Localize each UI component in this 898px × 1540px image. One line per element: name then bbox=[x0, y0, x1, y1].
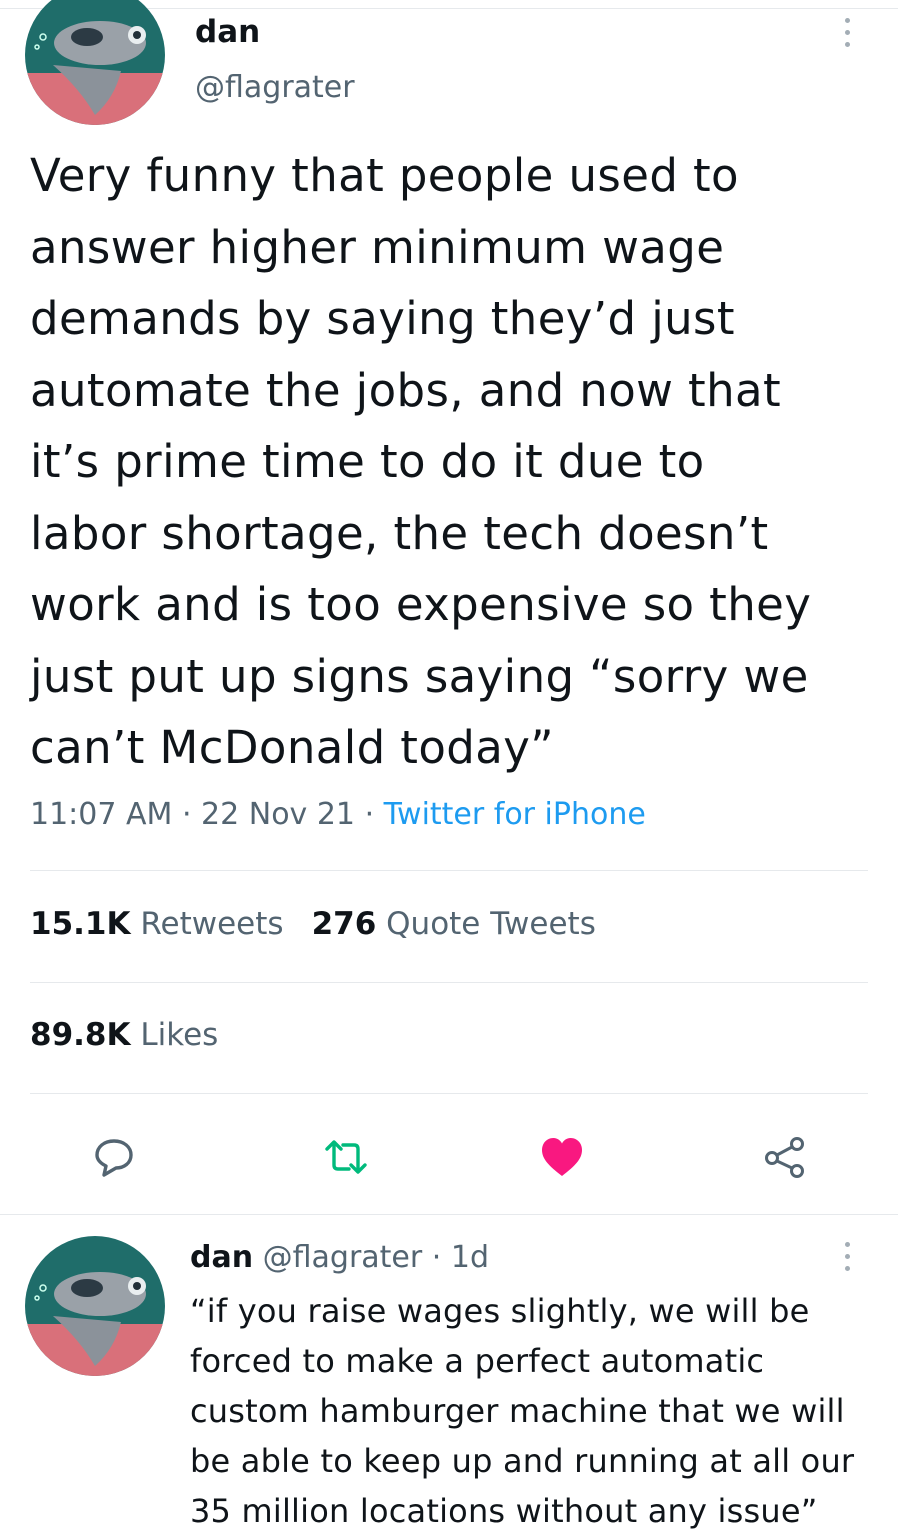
tweet-meta: 11:07 AM · 22 Nov 21 · Twitter for iPhon… bbox=[30, 797, 646, 832]
like-icon bbox=[542, 1138, 582, 1176]
quote-tweets-label: Quote Tweets bbox=[386, 906, 596, 942]
reply-icon bbox=[95, 1139, 133, 1177]
reply-author-name[interactable]: dan bbox=[190, 1240, 253, 1275]
retweet-icon bbox=[325, 1140, 367, 1174]
author-handle[interactable]: @flagrater bbox=[195, 70, 355, 105]
like-button[interactable] bbox=[539, 1134, 585, 1180]
author-name[interactable]: dan bbox=[195, 14, 260, 50]
reply-text: “if you raise wages slightly, we will be… bbox=[190, 1292, 855, 1530]
avatar-image bbox=[25, 0, 165, 125]
retweet-button[interactable] bbox=[323, 1134, 369, 1180]
meta-separator: · bbox=[364, 797, 375, 832]
tweet-date[interactable]: 22 Nov 21 bbox=[201, 797, 355, 832]
retweets-link[interactable]: 15.1K Retweets bbox=[30, 906, 284, 942]
share-button[interactable] bbox=[762, 1134, 808, 1180]
author-avatar[interactable] bbox=[25, 0, 165, 125]
divider bbox=[30, 870, 868, 871]
tweet-text: Very funny that people used to answer hi… bbox=[30, 149, 812, 774]
avatar-image bbox=[25, 1236, 165, 1376]
reply-author-handle[interactable]: @flagrater bbox=[263, 1240, 423, 1275]
reply-header: dan @flagrater · 1d bbox=[190, 1240, 489, 1275]
divider bbox=[0, 1214, 898, 1215]
meta-separator: · bbox=[431, 1240, 442, 1275]
quote-tweets-count: 276 bbox=[311, 906, 377, 942]
meta-separator: · bbox=[181, 797, 192, 832]
reply-button[interactable] bbox=[91, 1134, 137, 1180]
retweets-label: Retweets bbox=[140, 906, 284, 942]
retweet-stats: 15.1K Retweets 276 Quote Tweets bbox=[30, 906, 596, 942]
likes-link[interactable]: 89.8K Likes bbox=[30, 1017, 218, 1053]
likes-label: Likes bbox=[140, 1017, 219, 1053]
quote-tweets-link[interactable]: 276 Quote Tweets bbox=[312, 906, 596, 942]
retweets-count: 15.1K bbox=[30, 906, 131, 942]
divider bbox=[30, 1093, 868, 1094]
share-icon bbox=[765, 1137, 804, 1178]
likes-count: 89.8K bbox=[30, 1017, 131, 1053]
reply-age[interactable]: 1d bbox=[451, 1240, 489, 1275]
tweet-source[interactable]: Twitter for iPhone bbox=[384, 797, 646, 832]
tweet-time: 11:07 AM bbox=[30, 797, 173, 832]
more-options-icon[interactable] bbox=[837, 18, 857, 56]
divider bbox=[30, 982, 868, 983]
reply-more-options-icon[interactable] bbox=[837, 1242, 857, 1280]
reply-author-avatar[interactable] bbox=[25, 1236, 165, 1376]
